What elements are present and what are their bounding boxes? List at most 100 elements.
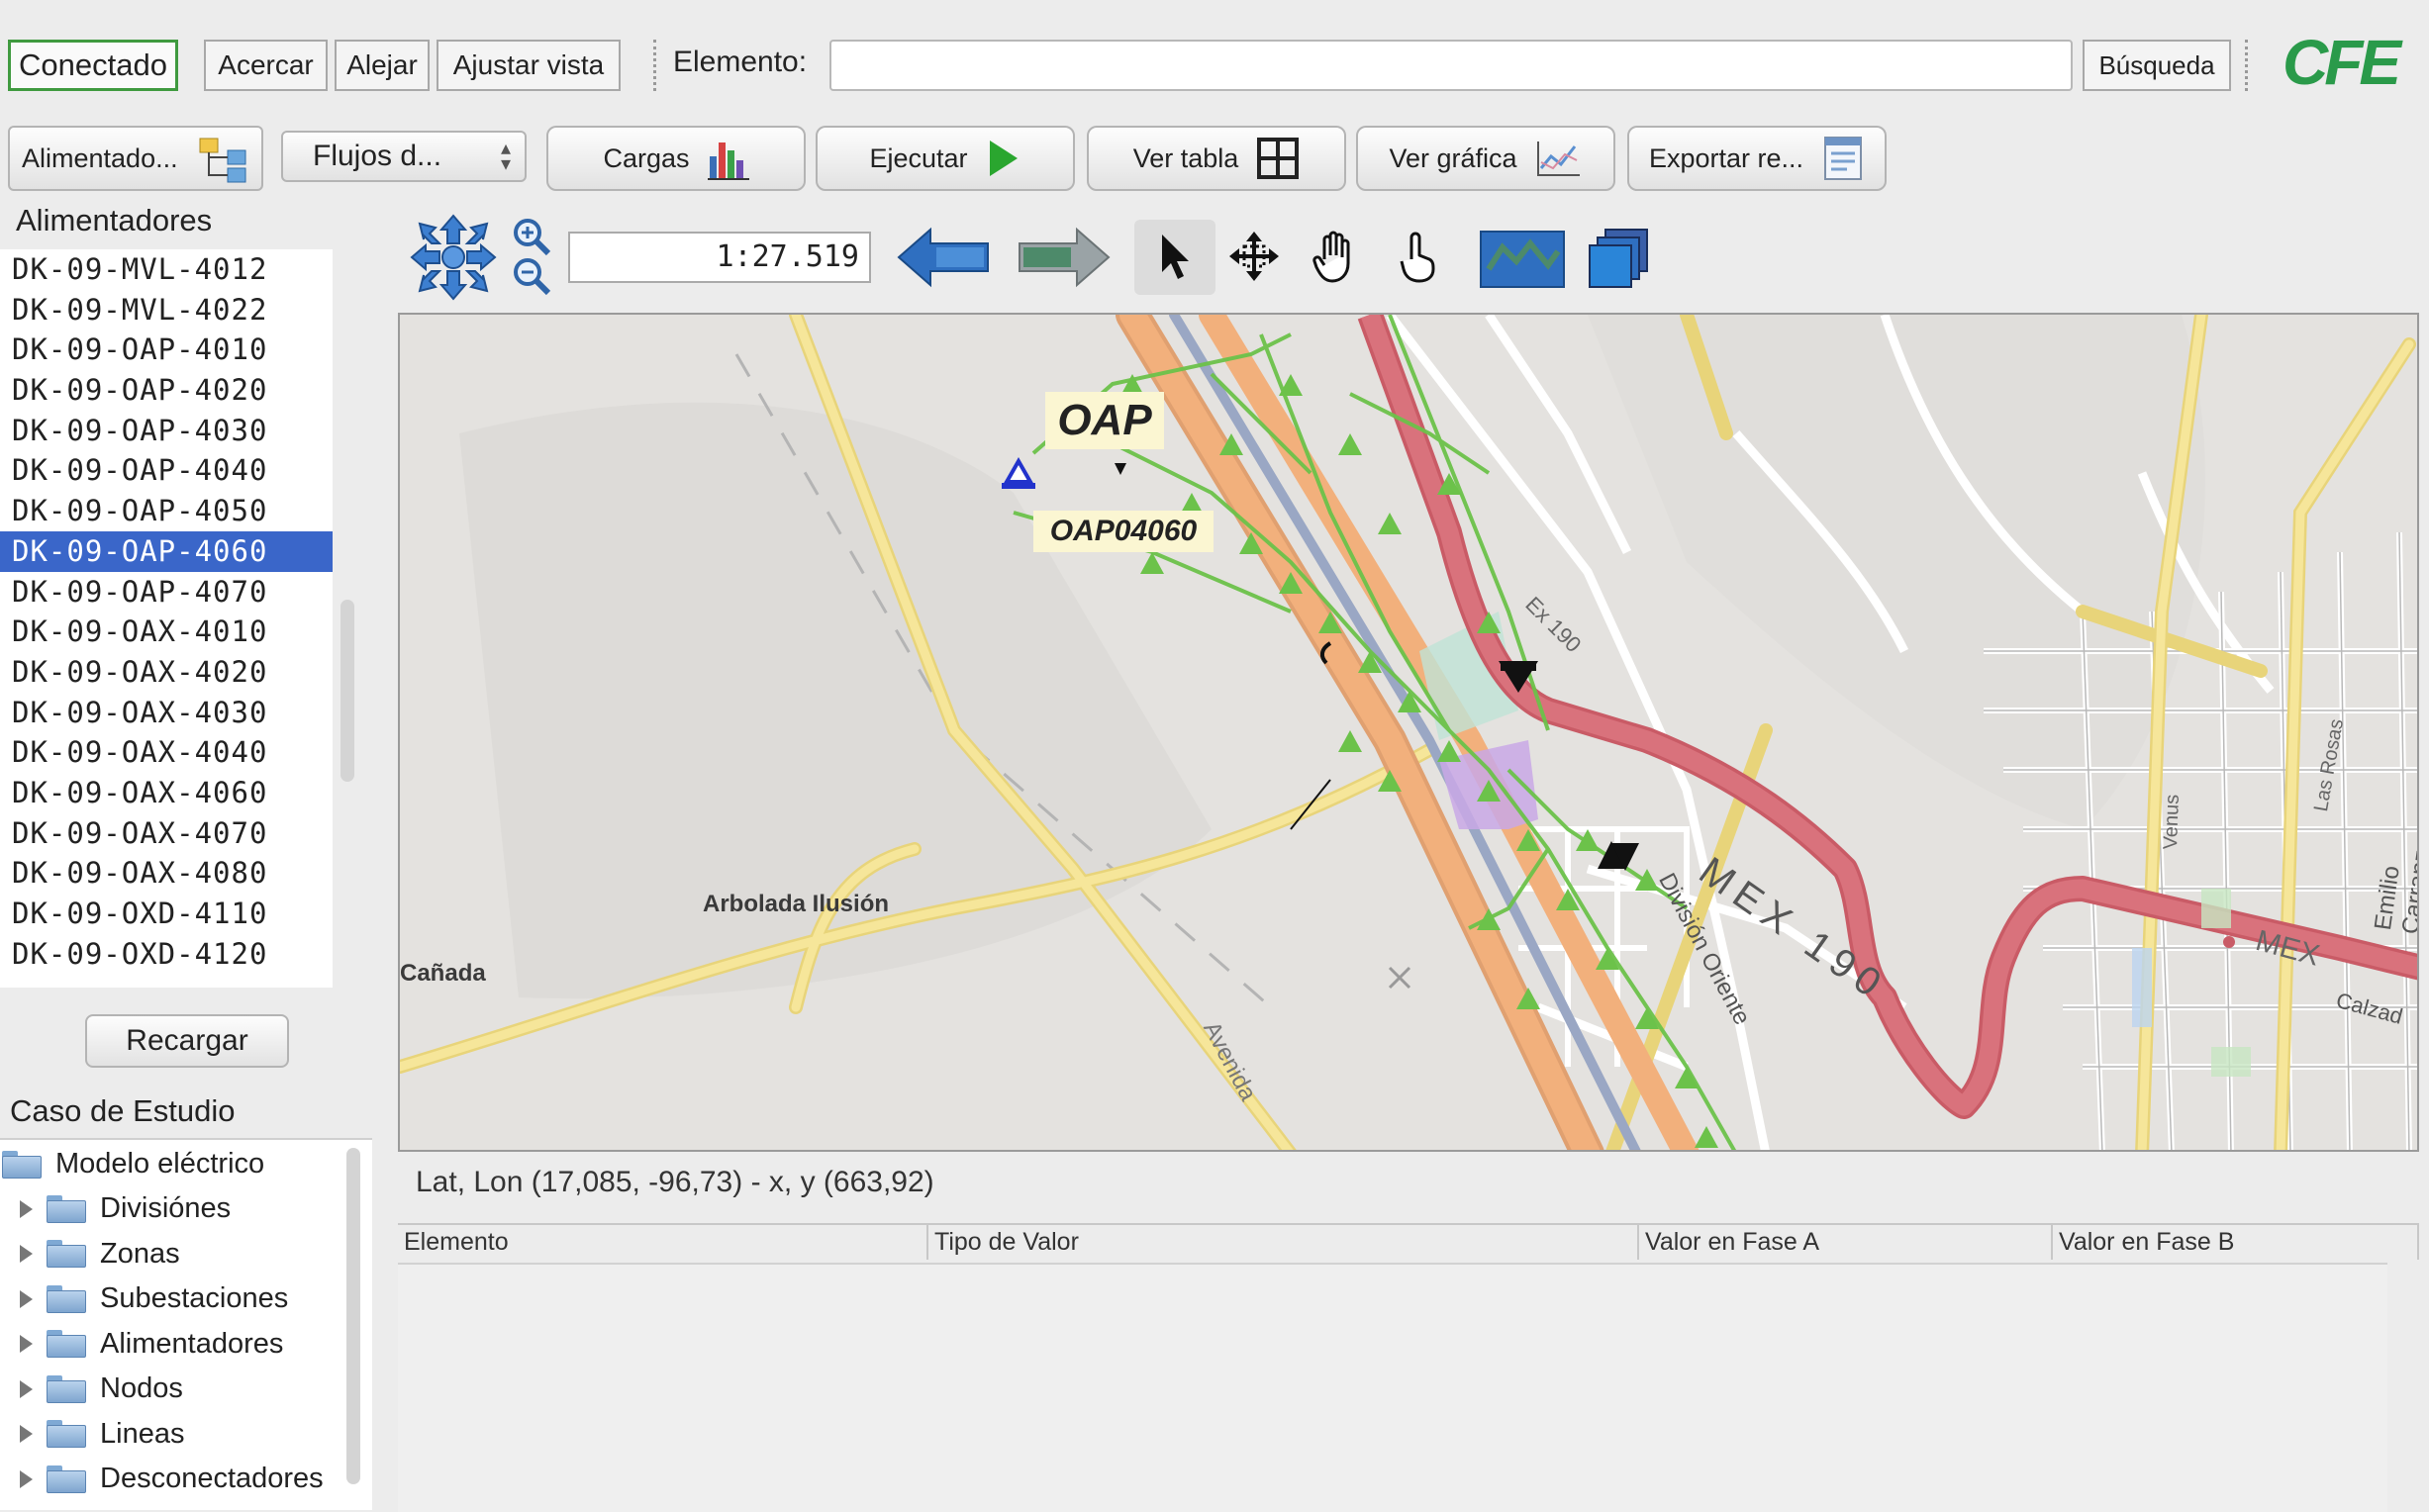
line-chart-icon xyxy=(1536,142,1580,176)
feeder-list-item[interactable]: DK-09-OAX-4010 xyxy=(0,612,333,652)
feeder-list-item[interactable]: DK-09-OAX-4060 xyxy=(0,773,333,813)
feeder-list-item[interactable]: DK-09-OAP-4050 xyxy=(0,491,333,531)
column-header[interactable]: Tipo de Valor xyxy=(928,1224,1639,1260)
column-header[interactable]: Valor en Fase A xyxy=(1639,1224,2053,1260)
feeder-list[interactable]: DK-09-MVL-4012 DK-09-MVL-4022 DK-09-OAP-40… xyxy=(0,249,333,988)
feeder-list-item[interactable]: DK-09-MVL-4022 xyxy=(0,290,333,331)
next-extent-icon[interactable] xyxy=(1018,226,1111,294)
tree-node-zonas[interactable]: Zonas xyxy=(6,1232,180,1276)
tree-node-label: Zonas xyxy=(100,1237,180,1270)
feeder-list-item[interactable]: DK-09-OAP-4020 xyxy=(0,370,333,411)
status-connected: Conectado xyxy=(8,40,178,91)
map-scale-input[interactable]: 1:27.519 xyxy=(568,232,871,283)
table-icon xyxy=(1257,138,1300,179)
tree-node-subestaciones[interactable]: Subestaciones xyxy=(6,1276,288,1321)
loads-button[interactable]: Cargas xyxy=(546,126,806,191)
move-tool-icon[interactable] xyxy=(1227,230,1281,288)
play-icon xyxy=(989,141,1018,176)
view-chart-button[interactable]: Ver gráfica xyxy=(1356,126,1615,191)
feeder-list-item[interactable]: DK-09-OXD-4110 xyxy=(0,894,333,934)
column-header[interactable]: Valor en Fase B xyxy=(2053,1224,2419,1260)
pan-navigator-icon[interactable] xyxy=(408,214,499,301)
folder-icon xyxy=(47,1330,86,1358)
feeder-list-item[interactable]: DK-09-OAP-4030 xyxy=(0,411,333,451)
feeder-list-item[interactable]: DK-09-OAX-4080 xyxy=(0,853,333,894)
view-table-label: Ver tabla xyxy=(1132,142,1239,173)
feeder-list-scrollbar[interactable] xyxy=(340,600,354,782)
map-feeder-label: OAP04060 xyxy=(1033,511,1214,552)
tree-node-nodos[interactable]: Nodos xyxy=(6,1367,183,1411)
hand-pan-icon[interactable] xyxy=(1311,230,1360,288)
flow-type-select[interactable]: Flujos d... ▴ ▾ xyxy=(281,131,527,182)
search-button[interactable]: Búsqueda xyxy=(2083,40,2231,91)
feeder-list-item[interactable]: DK-09-OAX-4030 xyxy=(0,693,333,733)
cfe-logo: CFE xyxy=(2283,27,2401,98)
full-extent-icon[interactable] xyxy=(1479,230,1566,294)
run-button[interactable]: Ejecutar xyxy=(816,126,1075,191)
view-chart-label: Ver gráfica xyxy=(1389,142,1517,173)
hierarchy-icon xyxy=(199,138,246,183)
feeders-title: Alimentadores xyxy=(16,203,213,237)
expand-triangle-icon[interactable] xyxy=(20,1379,33,1398)
element-label: Elemento: xyxy=(673,46,808,78)
map-canvas xyxy=(400,315,2417,1150)
tree-node-divisines[interactable]: Divisiónes xyxy=(6,1186,231,1231)
tree-node-label: Lineas xyxy=(100,1417,185,1450)
folder-icon xyxy=(47,1374,86,1403)
feeder-list-item[interactable]: DK-09-MVL-4012 xyxy=(0,249,333,290)
coordinates-status: Lat, Lon (17,085, -96,73) - x, y (663,92… xyxy=(416,1166,934,1198)
flow-type-select-label: Flujos d... xyxy=(313,140,442,172)
tree-node-alimentadores[interactable]: Alimentadores xyxy=(6,1322,283,1367)
folder-icon xyxy=(47,1194,86,1223)
loads-label: Cargas xyxy=(603,142,690,173)
feeder-list-item[interactable]: DK-09-OAP-4010 xyxy=(0,330,333,370)
map-substation-label: OAP xyxy=(1045,392,1164,449)
folder-icon xyxy=(47,1420,86,1448)
feeder-list-item[interactable]: DK-09-OAP-4040 xyxy=(0,450,333,491)
export-button[interactable]: Exportar re... xyxy=(1627,126,1887,191)
select-tool-button[interactable] xyxy=(1134,220,1215,295)
feeder-select-label: Alimentado... xyxy=(22,142,178,173)
tree-scrollbar[interactable] xyxy=(346,1148,360,1484)
feeder-list-item[interactable]: DK-09-OAX-4040 xyxy=(0,732,333,773)
case-study-tree[interactable]: Modelo eléctrico Divisiónes Zonas Subestac… xyxy=(0,1138,372,1510)
map-street-venus: Venus xyxy=(2160,794,2184,850)
map-place-canada: Cañada xyxy=(400,960,486,987)
finger-point-icon[interactable] xyxy=(1394,230,1437,288)
arrow-pointer-icon xyxy=(1162,235,1189,279)
feeder-list-item[interactable]: DK-09-OAX-4020 xyxy=(0,652,333,693)
tree-root-modelo-electrico[interactable]: Modelo eléctrico xyxy=(2,1142,264,1186)
feeder-list-item[interactable]: DK-09-OXD-4120 xyxy=(0,934,333,975)
layers-icon[interactable] xyxy=(1588,228,1651,296)
results-table[interactable] xyxy=(398,1223,2419,1512)
element-input[interactable] xyxy=(829,40,2073,91)
expand-triangle-icon[interactable] xyxy=(20,1245,33,1263)
map-place-arbolada: Arbolada Ilusión xyxy=(703,891,890,917)
expand-triangle-icon[interactable] xyxy=(20,1335,33,1353)
expand-triangle-icon[interactable] xyxy=(20,1289,33,1308)
expand-triangle-icon[interactable] xyxy=(20,1469,33,1488)
export-label: Exportar re... xyxy=(1648,142,1804,173)
fit-view-button[interactable]: Ajustar vista xyxy=(437,40,621,91)
feeder-list-item[interactable]: DK-09-OAP-4060 xyxy=(0,530,333,572)
column-header[interactable]: Elemento xyxy=(398,1224,928,1260)
reload-button[interactable]: Recargar xyxy=(85,1014,289,1068)
tree-node-label: Nodos xyxy=(100,1372,183,1404)
case-study-title: Caso de Estudio xyxy=(10,1093,236,1128)
zoom-out-icon[interactable] xyxy=(511,255,552,302)
view-table-button[interactable]: Ver tabla xyxy=(1087,126,1346,191)
expand-triangle-icon[interactable] xyxy=(20,1199,33,1218)
tree-node-lineas[interactable]: Lineas xyxy=(6,1412,184,1457)
map-view[interactable]: OAP OAP04060 Arbolada Ilusión Cañada MEX… xyxy=(398,313,2419,1152)
run-label: Ejecutar xyxy=(869,142,968,173)
previous-extent-icon[interactable] xyxy=(897,226,990,294)
feeder-list-item[interactable]: DK-09-OAP-4070 xyxy=(0,572,333,613)
expand-triangle-icon[interactable] xyxy=(20,1425,33,1443)
tree-node-desconectadores[interactable]: Desconectadores xyxy=(6,1457,324,1501)
zoom-in-button[interactable]: Acercar xyxy=(204,40,328,91)
feeder-select[interactable]: Alimentado... xyxy=(8,126,263,191)
tree-node-label: Subestaciones xyxy=(100,1282,289,1314)
feeder-list-item[interactable]: DK-09-OAX-4070 xyxy=(0,813,333,854)
zoom-out-button[interactable]: Alejar xyxy=(335,40,430,91)
select-arrows-icon: ▴ ▾ xyxy=(500,138,511,175)
